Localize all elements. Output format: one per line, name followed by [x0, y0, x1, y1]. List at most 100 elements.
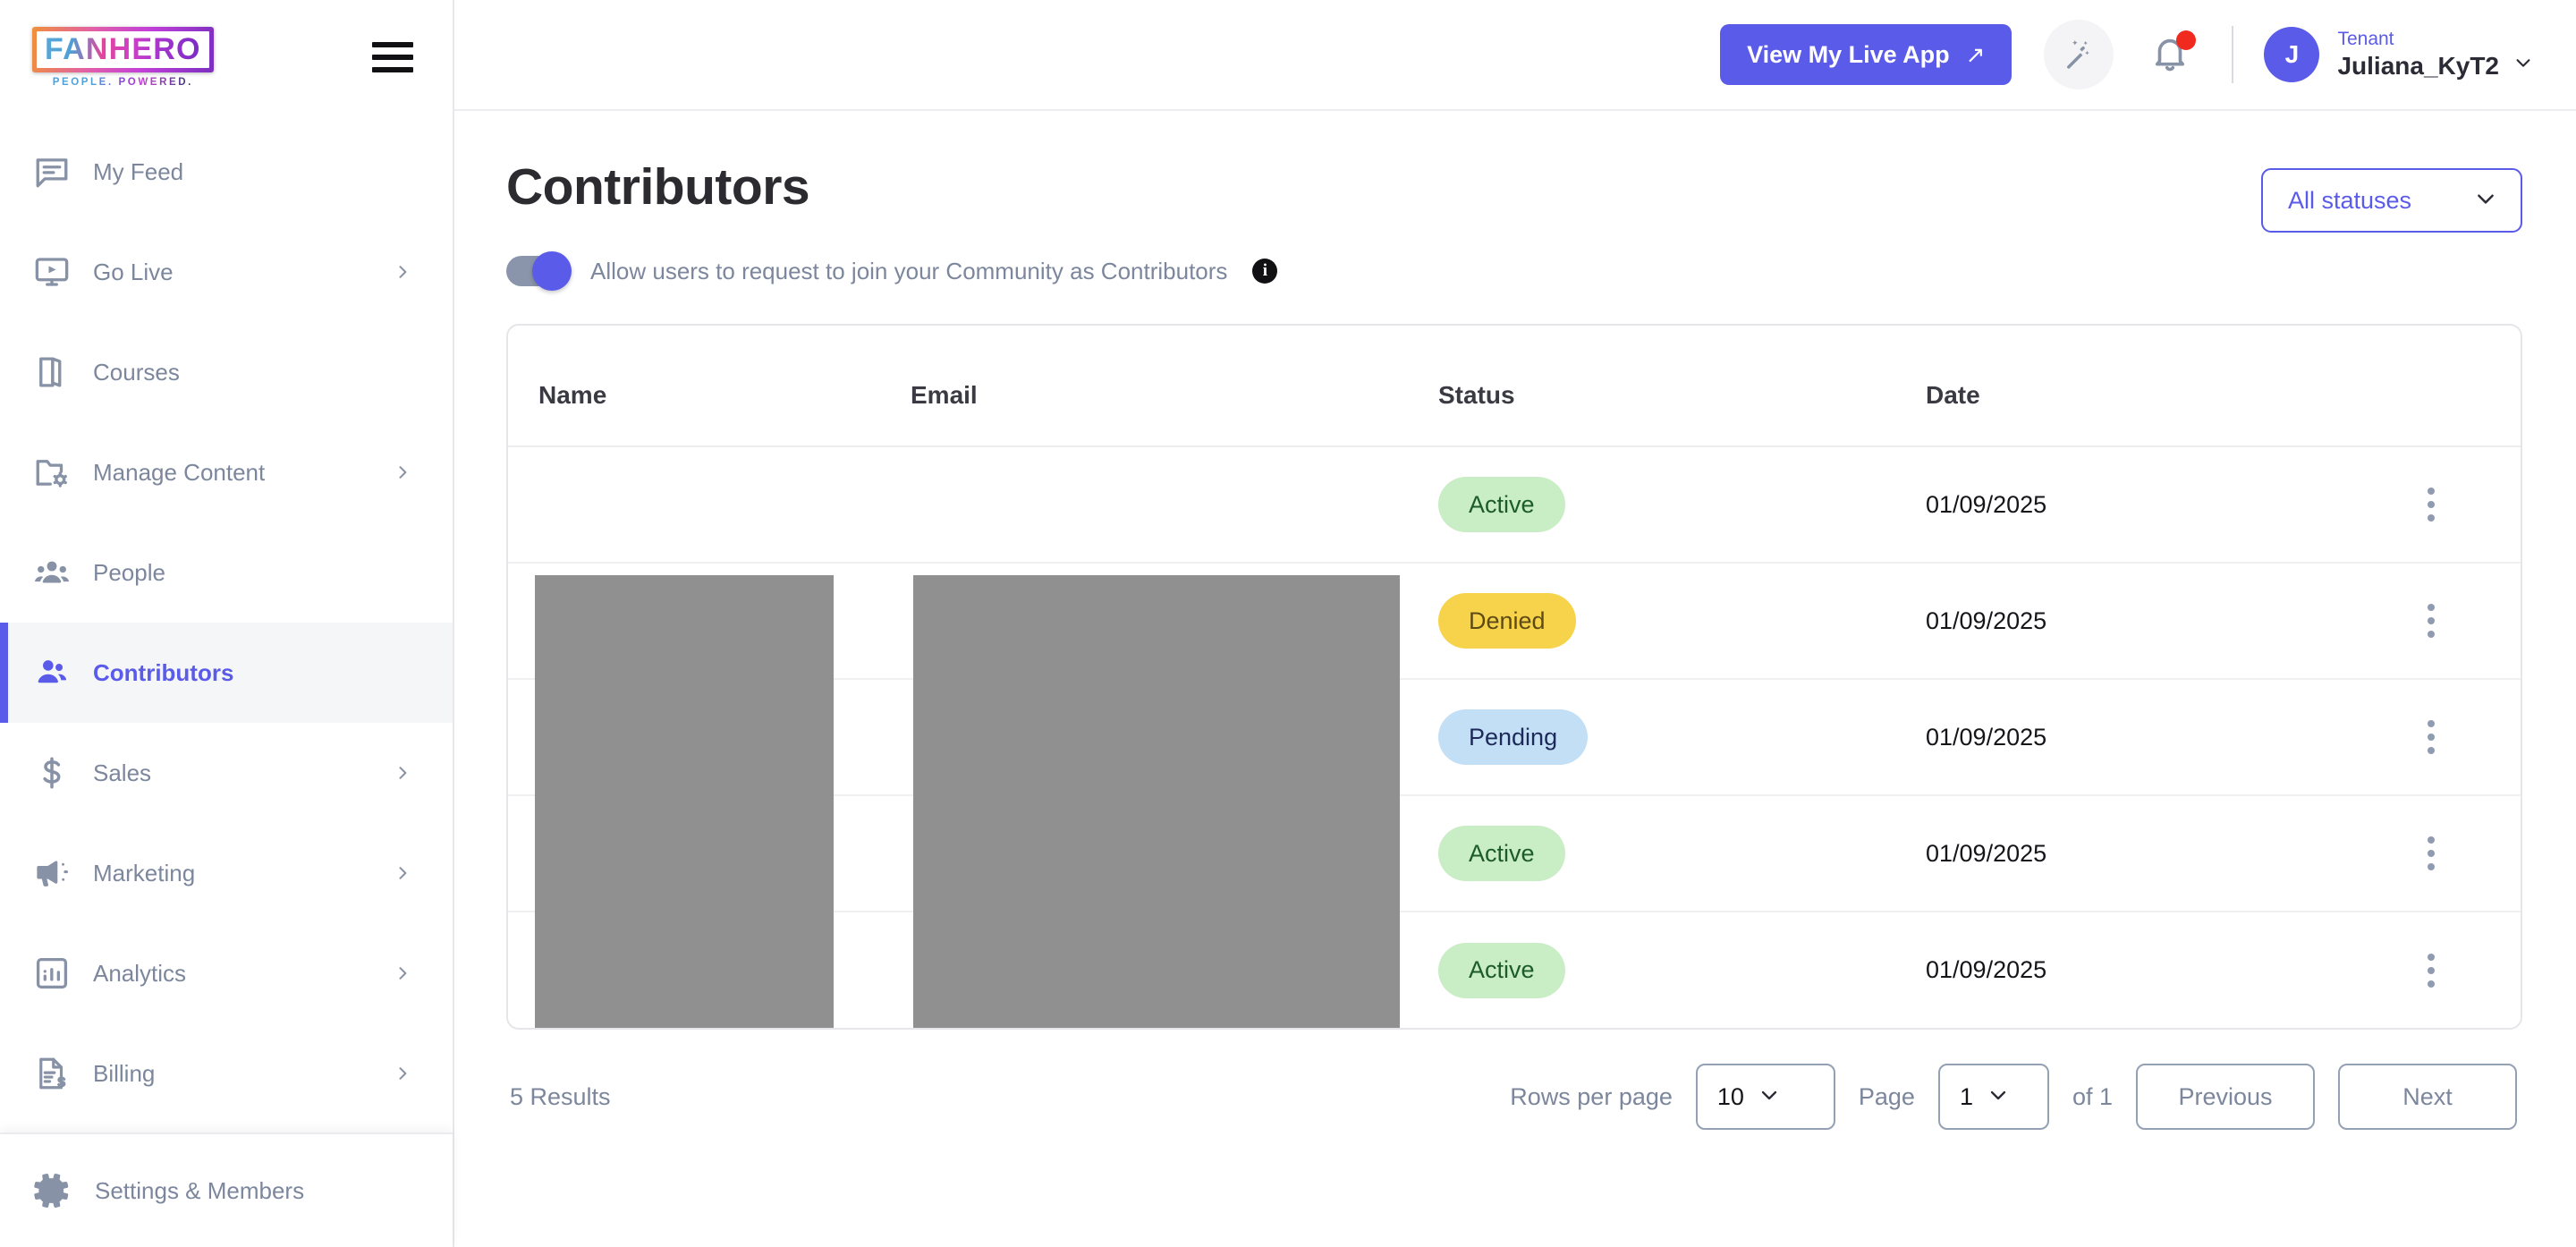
- hamburger-line: [372, 42, 413, 47]
- external-link-arrow-icon: ↗: [1965, 40, 1986, 68]
- chevron-down-icon: [2513, 53, 2533, 78]
- magic-wand-button[interactable]: [2044, 20, 2114, 89]
- next-page-button[interactable]: Next: [2338, 1064, 2517, 1130]
- logo-tagline: PEOPLE. POWERED.: [52, 77, 193, 88]
- cell-status: Denied: [1438, 563, 1926, 680]
- contributors-table-card: Name Email Status Date Active 01/09/2025…: [506, 324, 2522, 1030]
- user-menu[interactable]: J Tenant Juliana_KyT2: [2264, 27, 2533, 82]
- sidebar-item-label: Manage Content: [93, 458, 266, 486]
- chevron-down-icon: [1758, 1084, 1780, 1110]
- chevron-down-icon: [2474, 187, 2497, 215]
- cell-date: 01/09/2025: [1926, 795, 2413, 912]
- column-header-email: Email: [911, 326, 1438, 447]
- topbar-divider: [2232, 26, 2234, 83]
- pagination-controls: Rows per page 10 Page 1 of 1 Previous Ne…: [1510, 1064, 2517, 1130]
- cell-status: Active: [1438, 446, 1926, 564]
- page-total-label: of 1: [2072, 1082, 2113, 1110]
- sidebar-item-sales[interactable]: Sales: [0, 723, 453, 823]
- cell-status: Active: [1438, 912, 1926, 1028]
- cell-name: [508, 446, 911, 564]
- sidebar-item-analytics[interactable]: Analytics: [0, 923, 453, 1023]
- chevron-right-icon: [394, 1065, 411, 1082]
- sidebar-item-manage-content[interactable]: Manage Content: [0, 422, 453, 522]
- gear-icon: [27, 1167, 73, 1214]
- status-filter-select[interactable]: All statuses: [2261, 168, 2522, 233]
- main-area: View My Live App ↗ J Tenant Juliana_KyT2…: [454, 0, 2576, 1247]
- cell-date: 01/09/2025: [1926, 679, 2413, 796]
- book-icon: [32, 352, 72, 392]
- allow-requests-label: Allow users to request to join your Comm…: [590, 257, 1228, 284]
- row-menu-icon[interactable]: [2413, 488, 2449, 522]
- contributors-icon: [32, 653, 72, 692]
- sidebar-item-billing[interactable]: Billing: [0, 1023, 453, 1124]
- row-menu-icon[interactable]: [2413, 836, 2449, 870]
- sidebar-nav: My Feed Go Live Courses Manage Content P…: [0, 115, 453, 1132]
- sidebar-item-go-live[interactable]: Go Live: [0, 222, 453, 322]
- magic-wand-icon: [2060, 35, 2097, 75]
- people-icon: [32, 553, 72, 592]
- chevron-right-icon: [394, 864, 411, 882]
- sidebar: FANHERO PEOPLE. POWERED. My Feed Go Live…: [0, 0, 454, 1247]
- page-label: Page: [1858, 1082, 1915, 1110]
- page-number-value: 1: [1959, 1082, 1973, 1110]
- cell-actions: [2413, 795, 2521, 912]
- redacted-email-column: [913, 575, 1400, 1028]
- sidebar-item-label: Contributors: [93, 658, 234, 686]
- column-header-status: Status: [1438, 326, 1926, 447]
- table-row[interactable]: Active 01/09/2025: [508, 446, 2521, 564]
- sidebar-item-label: Billing: [93, 1059, 156, 1087]
- topbar: View My Live App ↗ J Tenant Juliana_KyT2: [454, 0, 2576, 111]
- previous-page-button[interactable]: Previous: [2136, 1064, 2315, 1130]
- status-badge: Pending: [1438, 709, 1589, 765]
- row-menu-icon[interactable]: [2413, 604, 2449, 638]
- brand-logo[interactable]: FANHERO PEOPLE. POWERED.: [32, 27, 214, 88]
- rows-per-page-select[interactable]: 10: [1695, 1064, 1835, 1130]
- sidebar-item-marketing[interactable]: Marketing: [0, 823, 453, 923]
- status-filter-value: All statuses: [2288, 186, 2412, 214]
- info-icon[interactable]: i: [1252, 259, 1278, 284]
- sidebar-item-label: My Feed: [93, 157, 184, 185]
- page-header-row: Contributors All statuses: [506, 157, 2522, 233]
- row-menu-icon[interactable]: [2413, 953, 2449, 988]
- user-text: Tenant Juliana_KyT2: [2337, 29, 2533, 81]
- column-header-name: Name: [508, 326, 911, 447]
- allow-requests-toggle[interactable]: [506, 251, 572, 291]
- avatar: J: [2264, 27, 2320, 82]
- cell-date: 01/09/2025: [1926, 956, 2047, 983]
- notifications-button[interactable]: [2139, 23, 2201, 86]
- live-app-label: View My Live App: [1747, 40, 1950, 68]
- cell-actions: [2413, 446, 2521, 564]
- sidebar-item-label: Marketing: [93, 859, 196, 886]
- cell-status: Active: [1438, 795, 1926, 912]
- cell-actions: [2413, 563, 2521, 680]
- rows-per-page-label: Rows per page: [1510, 1082, 1673, 1110]
- table-head: Name Email Status Date: [508, 326, 2521, 447]
- view-my-live-app-button[interactable]: View My Live App ↗: [1720, 24, 2012, 85]
- page-title: Contributors: [506, 158, 810, 216]
- hamburger-menu-icon[interactable]: [367, 37, 419, 78]
- sidebar-item-settings-members[interactable]: Settings & Members: [0, 1132, 453, 1247]
- sidebar-item-courses[interactable]: Courses: [0, 322, 453, 422]
- chevron-right-icon: [394, 764, 411, 782]
- row-menu-icon[interactable]: [2413, 720, 2449, 754]
- rows-per-page-value: 10: [1716, 1082, 1744, 1110]
- toggle-knob: [532, 251, 572, 291]
- cell-email: [911, 446, 1438, 564]
- sidebar-item-people[interactable]: People: [0, 522, 453, 623]
- sidebar-item-label: Go Live: [93, 258, 174, 285]
- cell-actions: [2413, 912, 2521, 1028]
- sidebar-item-contributors[interactable]: Contributors: [0, 623, 453, 723]
- pagination-bar: 5 Results Rows per page 10 Page 1 of 1 P…: [506, 1030, 2522, 1130]
- notification-badge-dot: [2176, 30, 2197, 50]
- user-name: Juliana_KyT2: [2337, 51, 2499, 80]
- page-number-select[interactable]: 1: [1937, 1064, 2049, 1130]
- logo-text: FANHERO: [45, 32, 201, 66]
- chevron-right-icon: [394, 964, 411, 982]
- status-badge: Active: [1438, 942, 1565, 998]
- sidebar-item-my-feed[interactable]: My Feed: [0, 122, 453, 222]
- sidebar-item-label: Courses: [93, 358, 180, 386]
- table-header-row: Name Email Status Date: [508, 326, 2521, 447]
- billing-icon: [32, 1054, 72, 1093]
- status-badge: Denied: [1438, 593, 1576, 649]
- chevron-down-icon: [1987, 1084, 2009, 1110]
